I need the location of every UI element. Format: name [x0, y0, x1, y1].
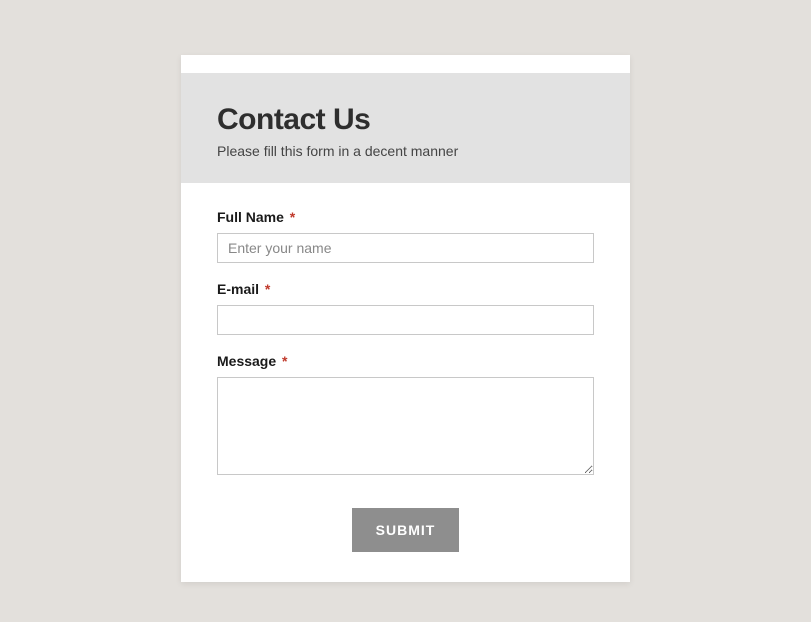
submit-button[interactable]: SUBMIT — [352, 508, 460, 552]
message-label: Message * — [217, 353, 594, 369]
email-input[interactable] — [217, 305, 594, 335]
email-label: E-mail * — [217, 281, 594, 297]
email-label-text: E-mail — [217, 281, 259, 297]
message-label-text: Message — [217, 353, 276, 369]
fullname-label-text: Full Name — [217, 209, 284, 225]
email-required: * — [265, 281, 270, 297]
submit-wrap: SUBMIT — [217, 508, 594, 552]
card-header: Contact Us Please fill this form in a de… — [181, 73, 630, 183]
form-group-email: E-mail * — [217, 281, 594, 335]
card-body: Full Name * E-mail * Message * SUBMIT — [181, 183, 630, 582]
page-subtitle: Please fill this form in a decent manner — [217, 143, 594, 159]
message-required: * — [282, 353, 287, 369]
fullname-label: Full Name * — [217, 209, 594, 225]
fullname-required: * — [290, 209, 295, 225]
form-group-message: Message * — [217, 353, 594, 480]
fullname-input[interactable] — [217, 233, 594, 263]
contact-card: Contact Us Please fill this form in a de… — [181, 55, 630, 582]
form-group-fullname: Full Name * — [217, 209, 594, 263]
message-textarea[interactable] — [217, 377, 594, 475]
page-title: Contact Us — [217, 103, 594, 137]
